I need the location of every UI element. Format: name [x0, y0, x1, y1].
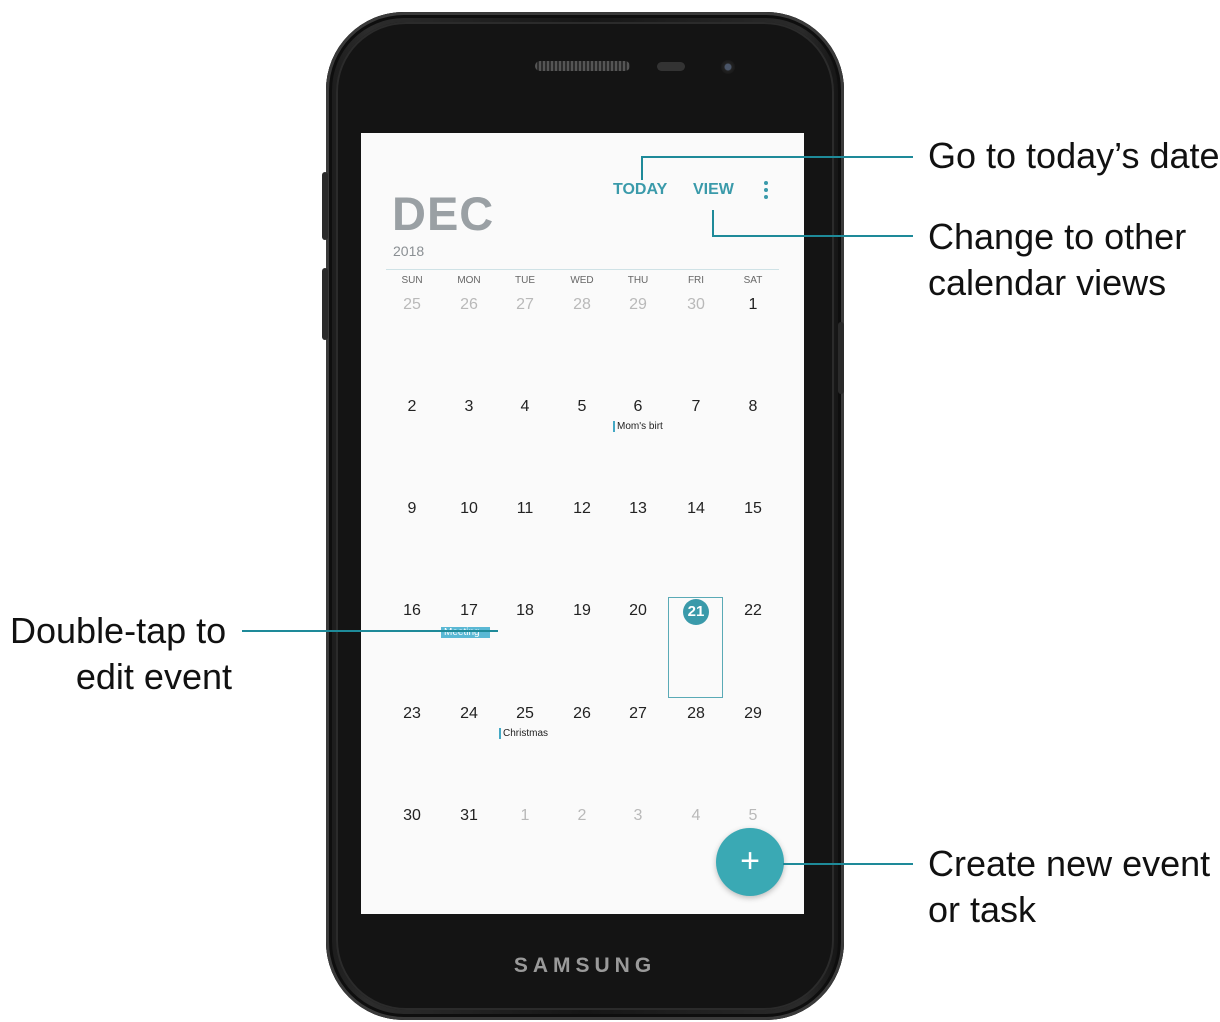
event-christmas[interactable]: Christmas — [499, 728, 548, 739]
callout-edit-line2: edit event — [75, 656, 232, 697]
more-options-icon[interactable] — [760, 179, 772, 203]
month-title: DEC — [392, 187, 495, 240]
day-cell[interactable]: 25 — [497, 705, 553, 723]
day-cell[interactable]: 16 — [384, 602, 440, 620]
day-cell[interactable]: 22 — [725, 602, 781, 620]
day-cell[interactable]: 25 — [384, 296, 440, 314]
day-cell[interactable]: 28 — [554, 296, 610, 314]
callout-today: Go to today’s date — [928, 135, 1220, 176]
weekday-thu: THU — [627, 275, 649, 286]
brand-logo: SAMSUNG — [513, 954, 657, 977]
day-cell[interactable]: 23 — [384, 705, 440, 723]
weekday-sun: SUN — [401, 275, 423, 286]
day-cell[interactable]: 11 — [497, 500, 553, 518]
day-cell[interactable]: 3 — [441, 398, 497, 416]
day-cell[interactable]: 2 — [554, 807, 610, 825]
day-cell[interactable]: 1 — [497, 807, 553, 825]
day-cell[interactable]: 14 — [668, 500, 724, 518]
callout-create-line2: or task — [928, 889, 1037, 930]
callout-line-view — [712, 210, 714, 237]
day-cell[interactable]: 3 — [610, 807, 666, 825]
day-cell[interactable]: 18 — [497, 602, 553, 620]
volume-down-button — [322, 268, 328, 340]
day-cell[interactable]: 31 — [441, 807, 497, 825]
callout-line-today — [641, 156, 643, 180]
view-button[interactable]: VIEW — [693, 181, 734, 199]
callout-edit-line1: Double-tap to — [10, 610, 227, 651]
day-cell[interactable]: 26 — [441, 296, 497, 314]
weekday-fri: FRI — [687, 275, 705, 286]
day-cell[interactable]: 27 — [610, 705, 666, 723]
power-button — [838, 322, 844, 394]
day-cell[interactable]: 27 — [497, 296, 553, 314]
front-camera-icon — [721, 60, 735, 74]
weekday-sat: SAT — [743, 275, 763, 286]
weekday-mon: MON — [457, 275, 481, 286]
today-date-badge[interactable]: 21 — [683, 599, 709, 625]
callout-view-line1: Change to other — [928, 216, 1187, 257]
today-button[interactable]: TODAY — [613, 181, 667, 199]
weekday-tue: TUE — [515, 275, 535, 286]
earpiece-speaker — [535, 61, 630, 71]
header-divider — [386, 269, 779, 270]
callout-line-edit — [242, 630, 498, 632]
day-cell[interactable]: 1 — [725, 296, 781, 314]
day-cell[interactable]: 2 — [384, 398, 440, 416]
day-cell[interactable]: 20 — [610, 602, 666, 620]
callout-line-today — [641, 156, 913, 158]
day-cell[interactable]: 9 — [384, 500, 440, 518]
add-event-button[interactable]: + — [716, 828, 784, 896]
day-cell[interactable]: 7 — [668, 398, 724, 416]
callout-line-create — [783, 863, 913, 865]
day-cell[interactable]: 5 — [725, 807, 781, 825]
day-cell[interactable]: 29 — [725, 705, 781, 723]
proximity-sensor — [657, 62, 685, 71]
year-label: 2018 — [393, 243, 425, 259]
weekday-wed: WED — [570, 275, 594, 286]
day-cell[interactable]: 26 — [554, 705, 610, 723]
day-cell[interactable]: 17 — [441, 602, 497, 620]
day-cell[interactable]: 6 — [610, 398, 666, 416]
volume-up-button — [322, 172, 328, 240]
event-moms-birthday[interactable]: Mom's birt — [613, 421, 663, 432]
event-meeting[interactable]: Meeting — [441, 627, 490, 638]
day-cell[interactable]: 10 — [441, 500, 497, 518]
day-cell[interactable]: 28 — [668, 705, 724, 723]
callout-create-line1: Create new event — [928, 843, 1211, 884]
day-cell[interactable]: 8 — [725, 398, 781, 416]
day-cell[interactable]: 24 — [441, 705, 497, 723]
callout-line-view — [712, 235, 913, 237]
day-cell[interactable]: 30 — [384, 807, 440, 825]
day-cell[interactable]: 29 — [610, 296, 666, 314]
day-cell[interactable]: 4 — [668, 807, 724, 825]
day-cell[interactable]: 19 — [554, 602, 610, 620]
day-cell[interactable]: 30 — [668, 296, 724, 314]
day-cell[interactable]: 15 — [725, 500, 781, 518]
calendar-screen: DEC 2018 TODAY VIEW SUN MON TUE WED THU … — [361, 133, 804, 914]
day-cell[interactable]: 13 — [610, 500, 666, 518]
day-cell[interactable]: 4 — [497, 398, 553, 416]
callout-view-line2: calendar views — [928, 262, 1167, 303]
day-cell[interactable]: 5 — [554, 398, 610, 416]
day-cell[interactable]: 12 — [554, 500, 610, 518]
